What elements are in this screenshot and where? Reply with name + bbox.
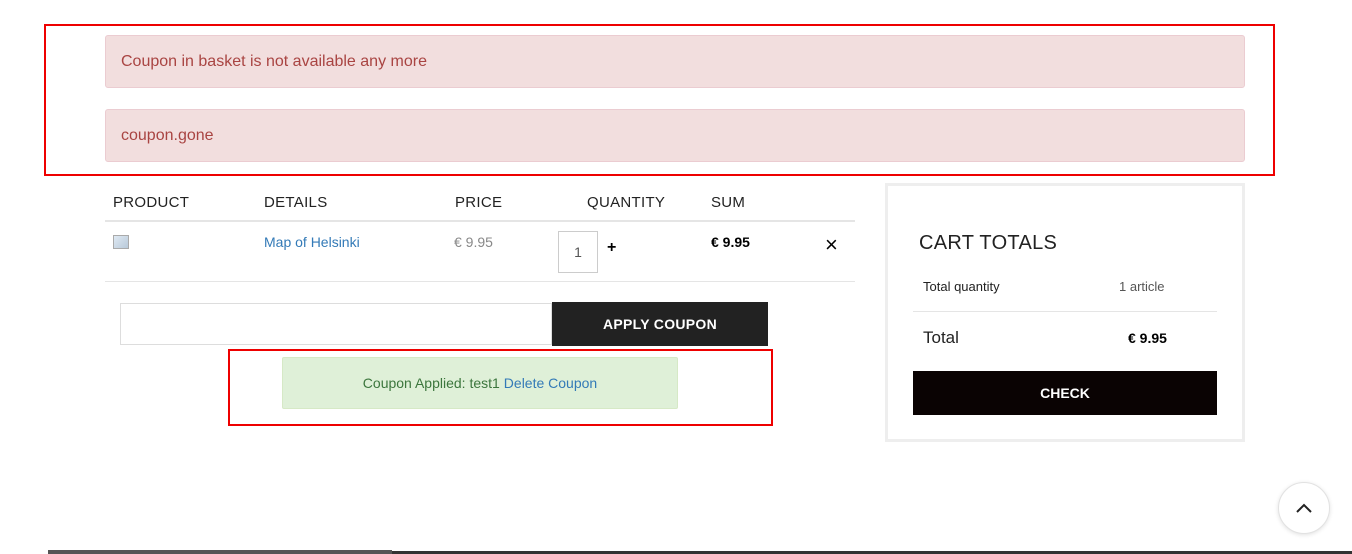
- close-icon[interactable]: ×: [825, 234, 838, 256]
- total-value: € 9.95: [1128, 330, 1167, 346]
- column-header-sum: SUM: [711, 194, 746, 211]
- column-header-product: PRODUCT: [113, 194, 190, 211]
- total-quantity-value: 1 article: [1119, 279, 1165, 294]
- highlight-box-alerts: [44, 24, 1275, 176]
- column-header-price: PRICE: [455, 194, 503, 211]
- cart-table-header: PRODUCT DETAILS PRICE QUANTITY SUM: [105, 184, 855, 222]
- quantity-input[interactable]: [558, 231, 598, 273]
- page-bottom-edge: [48, 550, 392, 554]
- product-name-link[interactable]: Map of Helsinki: [264, 234, 360, 250]
- cart-totals-title: CART TOTALS: [919, 232, 1058, 254]
- column-header-details: DETAILS: [264, 194, 328, 211]
- highlight-box-coupon: [228, 349, 773, 426]
- quantity-increase-button[interactable]: +: [607, 239, 616, 257]
- cart-page: Coupon in basket is not available any mo…: [0, 0, 1352, 554]
- total-quantity-label: Total quantity: [923, 279, 1000, 294]
- coupon-code-input[interactable]: [120, 303, 552, 345]
- line-sum: € 9.95: [711, 234, 750, 250]
- cart-item-row: Map of Helsinki € 9.95 + € 9.95 ×: [105, 222, 855, 282]
- unit-price: € 9.95: [454, 234, 493, 250]
- total-label: Total: [923, 328, 959, 347]
- check-button[interactable]: CHECK: [913, 371, 1217, 415]
- column-header-quantity: QUANTITY: [587, 194, 666, 211]
- total-quantity-row: Total quantity 1 article: [913, 270, 1217, 312]
- chevron-up-icon: [1296, 503, 1312, 513]
- apply-coupon-button[interactable]: APPLY COUPON: [552, 302, 768, 346]
- cart-totals-panel: CART TOTALS Total quantity 1 article Tot…: [885, 183, 1245, 442]
- total-row: Total € 9.95: [913, 312, 1217, 362]
- broken-image-icon[interactable]: [113, 235, 129, 249]
- scroll-to-top-button[interactable]: [1278, 482, 1330, 534]
